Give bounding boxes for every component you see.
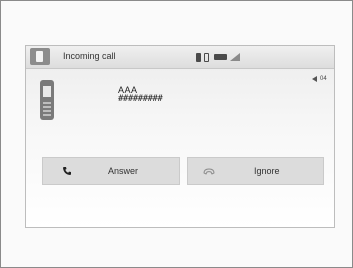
signal-icon: [230, 53, 240, 61]
incoming-call-screen: Incoming call AAA ######### 04 Answer Ig…: [25, 45, 335, 228]
phone-handset-icon: [63, 167, 71, 175]
header-bar: Incoming call: [26, 46, 334, 69]
hang-up-icon: [203, 168, 215, 175]
phone-tab-icon: [30, 48, 50, 65]
cellphone-icon: [40, 80, 54, 120]
answer-button[interactable]: Answer: [42, 157, 180, 185]
phone-icon: [36, 51, 43, 62]
volume-indicator: 04: [312, 76, 327, 82]
image-frame: Incoming call AAA ######### 04 Answer Ig…: [0, 0, 353, 268]
ignore-button[interactable]: Ignore: [187, 157, 324, 185]
cellphone-screen: [43, 86, 51, 97]
cellphone-keypad: [43, 102, 51, 116]
battery-icon: [214, 54, 227, 60]
caller-number: #########: [118, 94, 163, 104]
status-icons: [196, 52, 240, 62]
bluetooth-icon: [196, 52, 201, 62]
answer-button-label: Answer: [108, 166, 139, 176]
volume-level: 04: [320, 76, 327, 82]
speaker-icon: [312, 76, 317, 82]
phone-status-icon: [204, 52, 209, 62]
ignore-button-label: Ignore: [254, 166, 280, 176]
header-title: Incoming call: [63, 51, 116, 61]
